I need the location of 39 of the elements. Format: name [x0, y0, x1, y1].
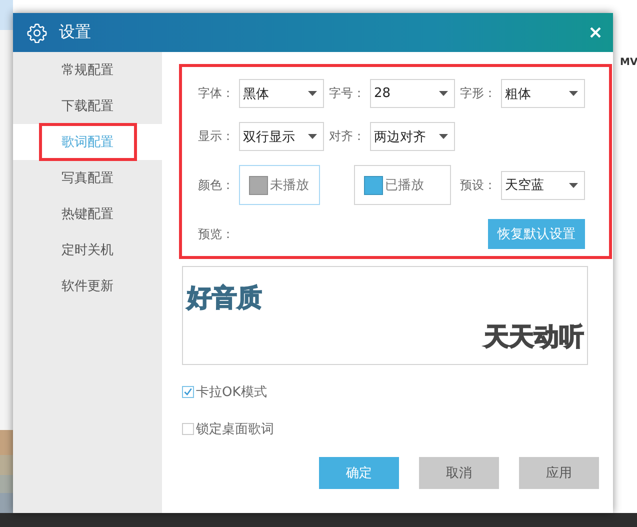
- sidebar-item[interactable]: 软件更新: [13, 268, 162, 304]
- color-picker[interactable]: 已播放: [354, 165, 451, 205]
- dropdown[interactable]: 两边对齐: [370, 122, 455, 151]
- sidebar-item[interactable]: 写真配置: [13, 160, 162, 196]
- dropdown-arrow-icon: [308, 134, 317, 139]
- field-label: 字形：: [460, 85, 495, 102]
- preview-lyric: 天天动听: [484, 321, 584, 353]
- field-label: 显示：: [198, 128, 233, 145]
- sidebar-item[interactable]: 下载配置: [13, 88, 162, 124]
- field-label: 预设：: [460, 176, 495, 194]
- dropdown-arrow-icon: [569, 182, 578, 188]
- dropdown[interactable]: 黑体: [239, 79, 324, 108]
- dialog-button[interactable]: 应用: [519, 457, 599, 489]
- field-label: 字号：: [329, 85, 364, 102]
- field-label: 对齐：: [329, 128, 364, 145]
- dropdown-arrow-icon: [569, 91, 578, 96]
- preview-lyric: 好音质: [187, 282, 262, 314]
- dropdown-arrow-icon: [439, 134, 448, 139]
- sidebar-item[interactable]: 定时关机: [13, 232, 162, 268]
- dropdown-arrow-icon: [308, 91, 317, 96]
- sidebar-item[interactable]: 热键配置: [13, 196, 162, 232]
- checkbox[interactable]: [182, 423, 194, 435]
- window-title: 设置: [59, 22, 91, 43]
- checkbox-label: 卡拉OK模式: [196, 384, 267, 401]
- field-label: 字体：: [198, 85, 233, 102]
- close-icon[interactable]: [590, 27, 601, 38]
- checkbox-label: 锁定桌面歌词: [196, 421, 274, 438]
- settings-icon: [27, 22, 47, 42]
- dropdown[interactable]: 28: [370, 79, 455, 108]
- field-label: 预览：: [198, 226, 233, 242]
- dropdown[interactable]: 双行显示: [239, 122, 324, 151]
- checkbox[interactable]: [182, 386, 194, 398]
- field-label: 颜色：: [198, 176, 233, 194]
- dialog-button[interactable]: 取消: [419, 457, 499, 489]
- dropdown[interactable]: 粗体: [501, 79, 585, 108]
- dropdown-arrow-icon: [439, 91, 448, 96]
- dropdown[interactable]: 天空蓝: [501, 170, 585, 200]
- color-picker[interactable]: 未播放: [239, 165, 320, 205]
- sidebar-item[interactable]: 常规配置: [13, 52, 162, 88]
